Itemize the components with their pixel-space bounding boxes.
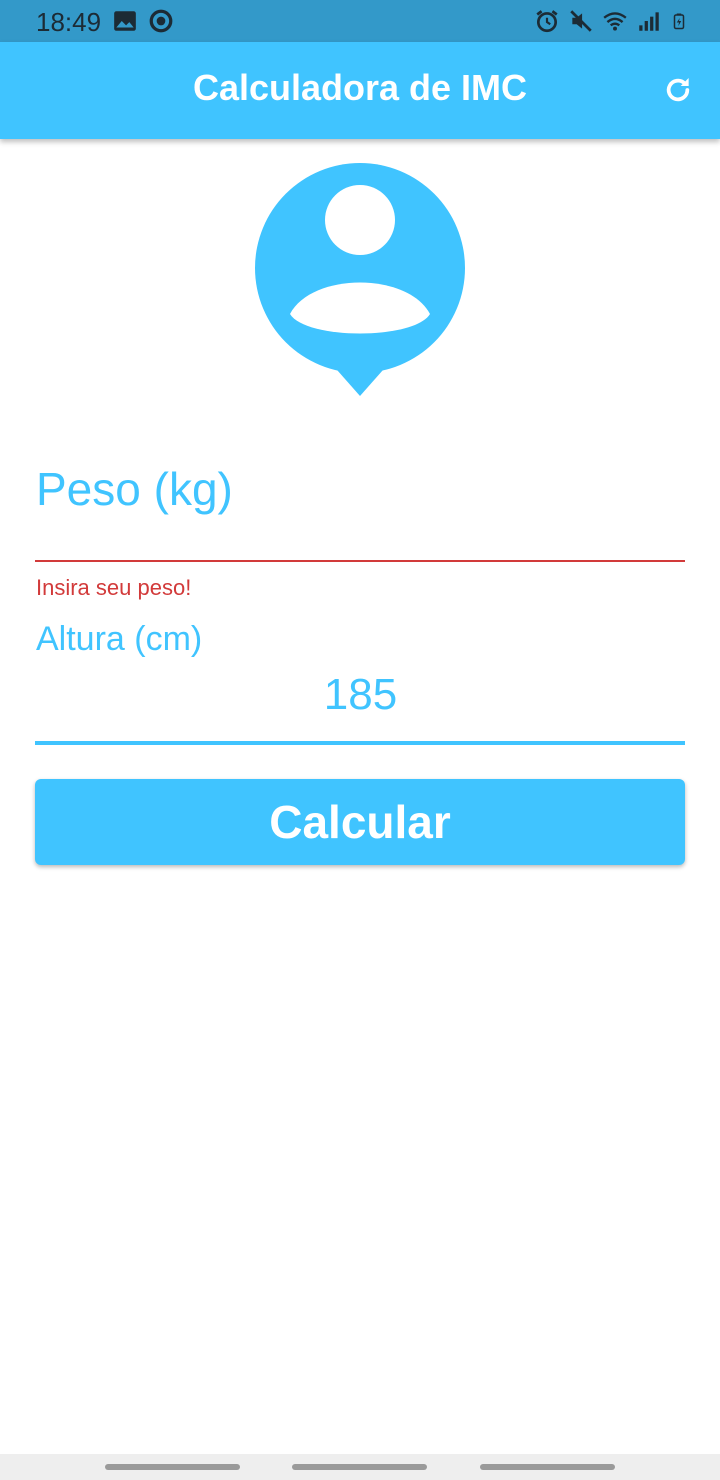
weight-label: Peso (kg) [36, 463, 233, 515]
mute-icon [570, 10, 592, 32]
nav-home-pill[interactable] [292, 1464, 427, 1470]
alarm-icon [536, 10, 558, 33]
weight-error-text: Insira seu peso! [36, 575, 192, 600]
status-time: 18:49 [36, 7, 102, 37]
nav-recent-pill[interactable] [105, 1464, 240, 1470]
page-title: Calculadora de IMC [192, 67, 528, 108]
height-label: Altura (cm) [36, 620, 203, 658]
wifi-icon [603, 12, 627, 31]
weight-input[interactable] [36, 520, 689, 562]
calculate-button-label: Calcular [269, 796, 451, 848]
person-pin-icon [255, 163, 465, 396]
refresh-button[interactable] [658, 70, 698, 110]
refresh-icon [666, 78, 690, 102]
height-input[interactable]: 185 [36, 670, 685, 720]
gesture-nav-bar [0, 1454, 720, 1480]
image-icon [114, 11, 136, 31]
weight-underline [35, 560, 685, 562]
calculate-button[interactable]: Calcular [35, 779, 685, 865]
nav-back-pill[interactable] [480, 1464, 615, 1470]
status-bar: 18:49 [0, 0, 720, 42]
signal-icon [639, 12, 659, 31]
status-right-icons [534, 8, 688, 34]
status-left-icons [112, 8, 174, 34]
app-bar: Calculadora de IMC [0, 42, 720, 139]
height-underline [35, 741, 685, 745]
record-icon [149, 9, 173, 33]
battery-icon [673, 13, 685, 30]
